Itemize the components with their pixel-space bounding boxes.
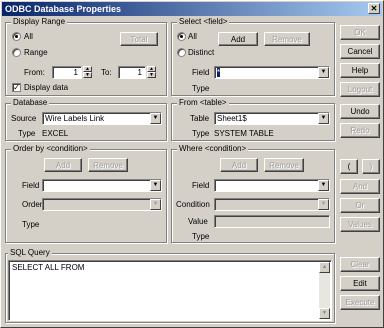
table-dropdown[interactable]: Sheet1$ ▼	[214, 112, 330, 125]
where-remove-button[interactable]: Remove	[264, 158, 304, 172]
to-spinner[interactable]: ▲ ▼	[147, 66, 156, 79]
order-dropdown[interactable]: ▼	[42, 198, 162, 211]
order-remove-button[interactable]: Remove	[88, 158, 128, 172]
title-bar: ODBC Database Properties ✕	[2, 2, 382, 16]
select-distinct-label: Distinct	[188, 48, 215, 57]
open-paren-button[interactable]: (	[340, 159, 358, 174]
condition-label: Condition	[176, 200, 210, 209]
where-field-dropdown[interactable]: ▼	[214, 179, 330, 192]
from-label: From:	[24, 68, 45, 77]
execute-button[interactable]: Execute	[340, 295, 380, 310]
value-input[interactable]	[214, 215, 330, 228]
from-table-legend: From <table>	[177, 98, 229, 108]
display-data-label: Display data	[24, 83, 69, 92]
undo-button[interactable]: Undo	[340, 104, 380, 119]
from-table-group: From <table> Table Sheet1$ ▼ Type SYSTEM…	[171, 98, 335, 141]
select-type-label: Type	[192, 84, 210, 93]
select-field-dropdown[interactable]: * ▼	[214, 66, 330, 79]
to-input[interactable]: 1	[118, 66, 146, 79]
order-by-legend: Order by <condition>	[11, 144, 90, 154]
clear-button[interactable]: Clear	[340, 257, 380, 272]
spin-down-icon[interactable]: ▼	[147, 72, 156, 78]
scroll-down-icon[interactable]: ▼	[319, 308, 330, 319]
where-type-label: Type	[192, 232, 210, 241]
source-value: Wire Labels Link	[45, 114, 105, 123]
order-type-label: Type	[22, 220, 40, 229]
select-field-label: Field	[192, 68, 210, 77]
source-label: Source	[11, 114, 37, 123]
order-label: Order	[22, 200, 43, 209]
select-remove-button[interactable]: Remove	[264, 32, 310, 46]
dropdown-arrow-icon[interactable]: ▼	[150, 180, 161, 191]
range-range-radio[interactable]	[12, 48, 21, 57]
redo-button[interactable]: Redo	[340, 123, 380, 138]
or-button[interactable]: Or	[340, 198, 380, 213]
condition-dropdown[interactable]: ▼	[214, 198, 330, 211]
dropdown-arrow-icon[interactable]: ▼	[150, 113, 161, 124]
order-field-label: Field	[22, 181, 40, 190]
close-paren-button[interactable]: )	[362, 159, 380, 174]
dropdown-arrow-icon[interactable]: ▼	[318, 199, 329, 210]
select-field-legend: Select <field>	[177, 17, 230, 27]
to-label: To:	[101, 68, 112, 77]
total-button[interactable]: Total	[120, 32, 158, 46]
table-type-label: Type	[192, 129, 210, 138]
and-button[interactable]: And	[340, 179, 380, 194]
odbc-properties-dialog: ODBC Database Properties ✕ Display Range…	[0, 0, 384, 328]
sql-query-text: SELECT ALL FROM	[12, 263, 85, 272]
where-legend: Where <condition>	[177, 144, 249, 154]
table-label: Table	[190, 114, 210, 123]
dropdown-arrow-icon[interactable]: ▼	[318, 67, 329, 78]
edit-button[interactable]: Edit	[340, 276, 380, 291]
cancel-button[interactable]: Cancel	[340, 44, 380, 59]
database-type-value: EXCEL	[42, 129, 69, 138]
from-spinner[interactable]: ▲ ▼	[83, 66, 92, 79]
order-add-button[interactable]: Add	[44, 158, 82, 172]
from-input[interactable]: 1	[52, 66, 82, 79]
order-field-dropdown[interactable]: ▼	[42, 179, 162, 192]
range-all-label: All	[24, 32, 33, 41]
select-add-button[interactable]: Add	[218, 32, 258, 46]
value-label: Value	[188, 217, 208, 226]
database-group: Database Source Wire Labels Link ▼ Type …	[5, 98, 167, 141]
dropdown-arrow-icon[interactable]: ▼	[318, 180, 329, 191]
source-dropdown[interactable]: Wire Labels Link ▼	[42, 112, 162, 125]
display-data-checkbox[interactable]: ✓	[12, 83, 21, 92]
values-button[interactable]: Values	[340, 217, 380, 232]
select-all-radio[interactable]	[177, 32, 186, 41]
select-field-value: *	[217, 68, 221, 77]
spin-down-icon[interactable]: ▼	[83, 72, 92, 78]
ok-button[interactable]: OK	[340, 25, 380, 40]
logout-button[interactable]: Logout	[340, 82, 380, 97]
dropdown-arrow-icon[interactable]: ▼	[150, 199, 161, 210]
where-field-label: Field	[192, 181, 210, 190]
database-type-label: Type	[18, 129, 36, 138]
select-field-group: Select <field> All Distinct Add Remove F…	[171, 17, 335, 96]
dropdown-arrow-icon[interactable]: ▼	[318, 113, 329, 124]
display-range-group: Display Range All Range Total From: 1 ▲ …	[5, 17, 167, 96]
help-button[interactable]: Help	[340, 63, 380, 78]
database-legend: Database	[11, 98, 50, 108]
sql-query-legend: SQL Query	[8, 248, 52, 258]
order-by-group: Order by <condition> Add Remove Field ▼ …	[5, 144, 167, 243]
range-all-radio[interactable]	[12, 32, 21, 41]
window-title: ODBC Database Properties	[5, 4, 122, 14]
close-icon[interactable]: ✕	[368, 3, 380, 14]
sql-query-group: SQL Query SELECT ALL FROM ▲ ▼	[5, 248, 335, 323]
select-distinct-radio[interactable]	[177, 48, 186, 57]
sql-scrollbar[interactable]: ▲ ▼	[319, 262, 330, 319]
range-range-label: Range	[24, 48, 48, 57]
sql-query-textarea[interactable]: SELECT ALL FROM ▲ ▼	[8, 260, 332, 321]
table-type-value: SYSTEM TABLE	[214, 129, 274, 138]
scroll-up-icon[interactable]: ▲	[319, 262, 330, 273]
table-value: Sheet1$	[217, 114, 247, 123]
select-all-label: All	[188, 32, 197, 41]
display-range-legend: Display Range	[11, 17, 68, 27]
where-group: Where <condition> Add Remove Field ▼ Con…	[171, 144, 335, 243]
where-add-button[interactable]: Add	[220, 158, 258, 172]
